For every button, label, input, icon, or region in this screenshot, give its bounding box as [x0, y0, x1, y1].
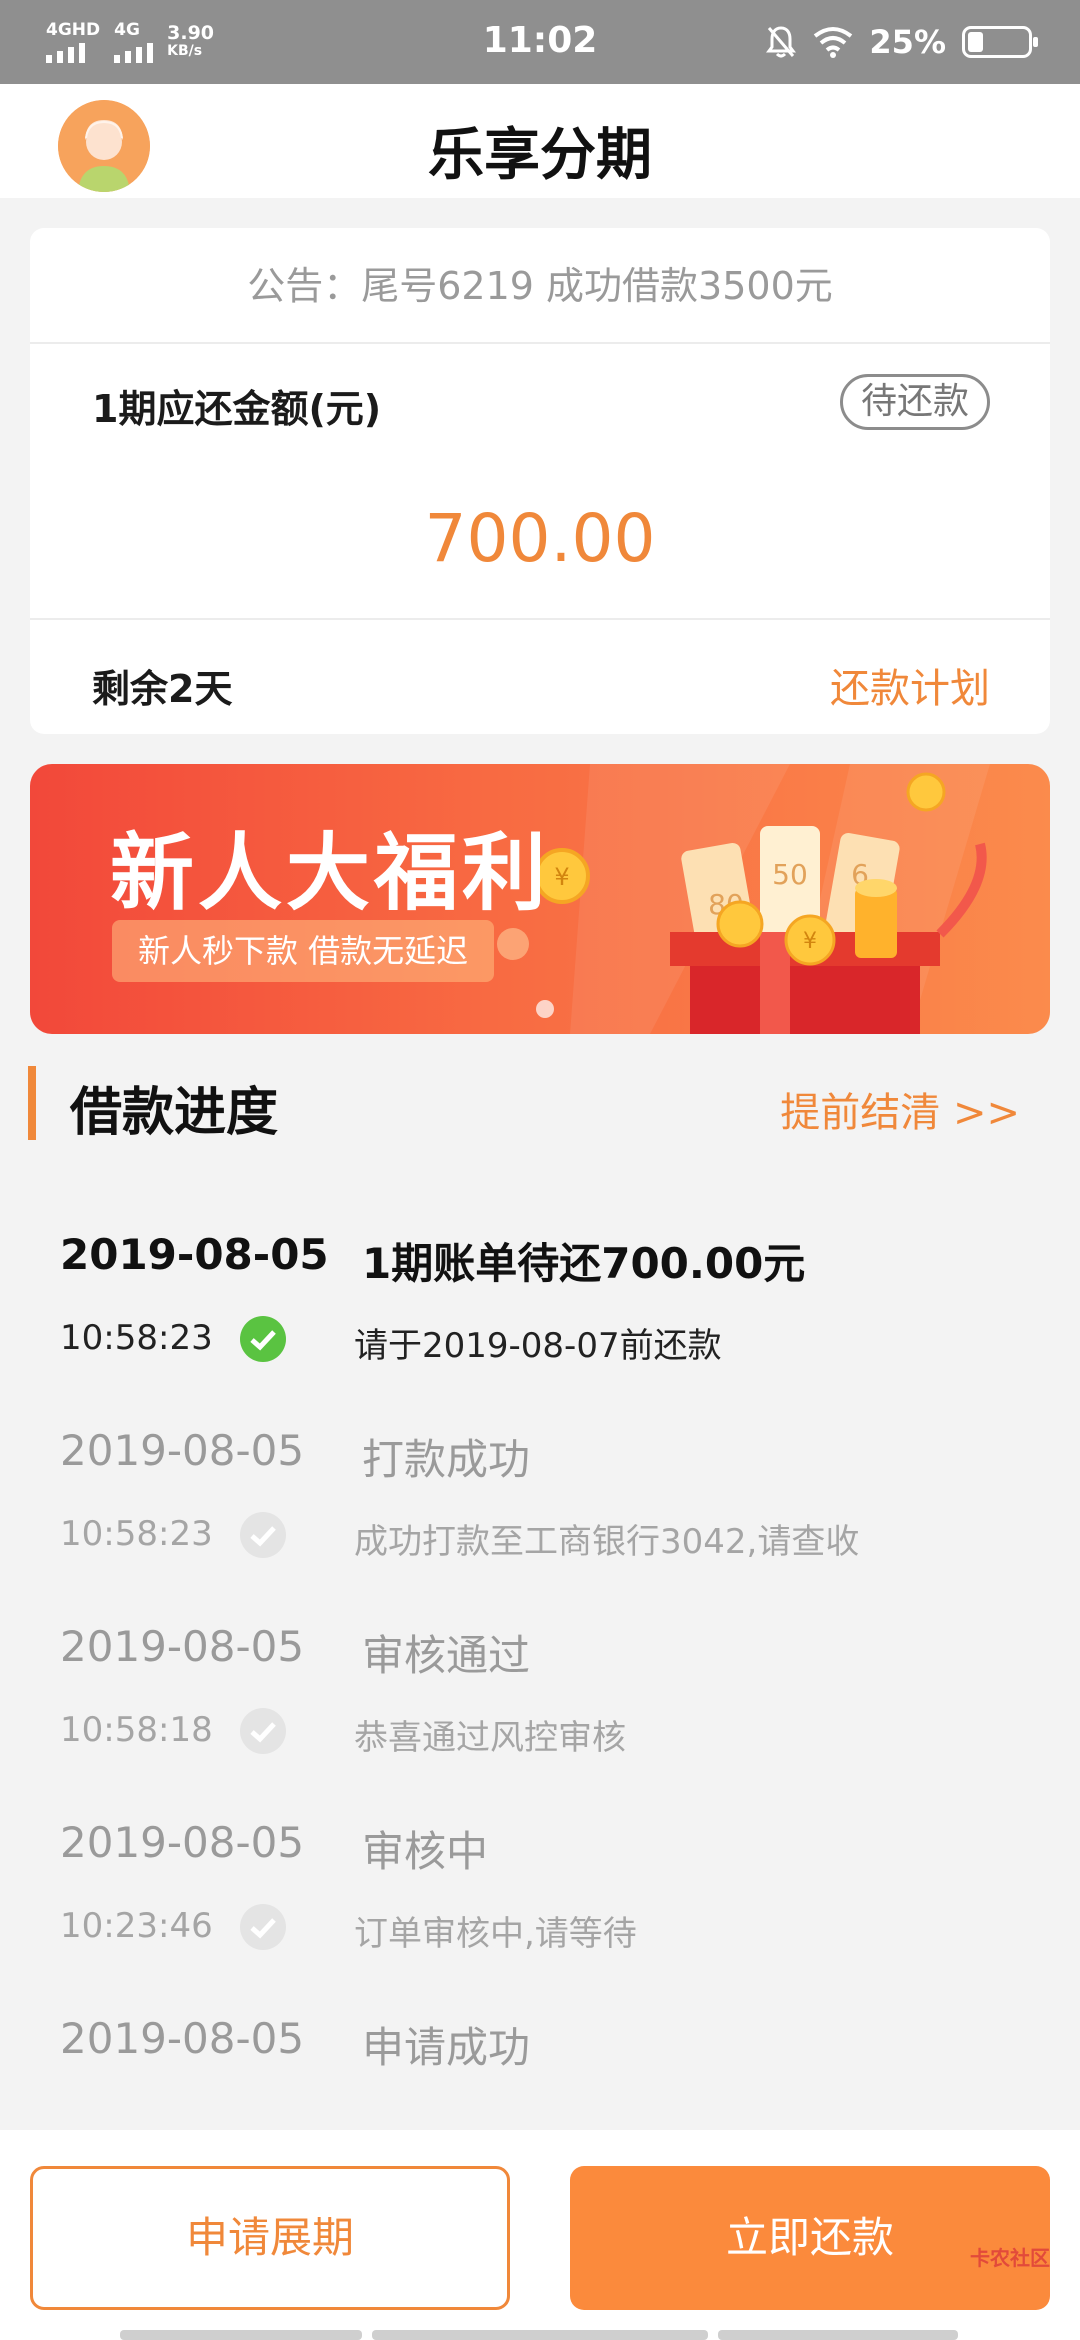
- section-accent-bar: [28, 1066, 36, 1140]
- timeline-date: 2019-08-05: [60, 1426, 305, 1475]
- check-circle-icon: [240, 1708, 286, 1754]
- timeline-time: 10:58:23: [60, 1514, 213, 1554]
- svg-text:50: 50: [772, 858, 808, 891]
- timeline-item: 2019-08-05 审核中 10:23:46 订单审核中,请等待: [0, 1808, 1080, 2004]
- timeline-time: 10:58:23: [60, 1318, 213, 1358]
- early-settlement-link[interactable]: 提前结清 >>: [780, 1080, 1020, 1138]
- due-amount-label: 1期应还金额(元): [92, 387, 382, 431]
- timeline-date: 2019-08-05: [60, 1818, 305, 1867]
- banner-subtitle: 新人秒下款 借款无延迟: [112, 920, 495, 982]
- due-amount: 700.00: [424, 500, 656, 577]
- timeline-status: 1期账单待还700.00元: [362, 1239, 806, 1288]
- promo-banner[interactable]: ¥ 80 50 6 ¥ 新人大福利 新人秒下款 借款无延迟: [30, 764, 1050, 1034]
- bottom-action-bar: 申请展期 立即还款 卡农社区: [0, 2130, 1080, 2340]
- check-circle-icon: [240, 1904, 286, 1950]
- nav-hint-bar: [718, 2330, 958, 2340]
- timeline-status: 申请成功: [362, 2023, 531, 2072]
- repay-now-button[interactable]: 立即还款: [570, 2166, 1050, 2310]
- watermark-logo: 卡农社区: [970, 2246, 1050, 2270]
- apply-extension-button[interactable]: 申请展期: [30, 2166, 510, 2310]
- status-bar: 4GHD 4G 3.90 KB/s 11:02 25%: [0, 0, 1080, 84]
- timeline-status: 审核通过: [362, 1631, 531, 1680]
- timeline-item: 2019-08-05 审核通过 10:58:18 恭喜通过风控审核: [0, 1612, 1080, 1808]
- battery-percent: 25%: [869, 23, 946, 61]
- timeline-time: 10:23:46: [60, 1906, 213, 1946]
- check-circle-icon: [240, 1512, 286, 1558]
- status-bar-right: 25%: [765, 22, 1038, 62]
- check-circle-icon: [240, 1316, 286, 1362]
- repayment-card: 公告：尾号6219 成功借款3500元 1期应还金额(元) 待还款 700.00…: [30, 228, 1050, 734]
- timeline-description: 订单审核中,请等待: [354, 1914, 637, 1954]
- page-title: 乐享分期: [428, 123, 652, 188]
- timeline-description: 恭喜通过风控审核: [354, 1718, 626, 1758]
- timeline-item: 2019-08-05 1期账单待还700.00元 10:58:23 请于2019…: [0, 1220, 1080, 1416]
- divider: [30, 618, 1050, 620]
- nav-hint-bar: [120, 2330, 362, 2340]
- app-header: 乐享分期: [0, 84, 1080, 198]
- wifi-icon: [814, 27, 853, 58]
- timeline-date: 2019-08-05: [60, 2014, 305, 2063]
- carousel-indicator: [536, 1000, 554, 1018]
- battery-level: [968, 32, 983, 52]
- days-remaining: 剩余2天: [92, 667, 233, 711]
- status-badge: 待还款: [839, 374, 990, 430]
- timeline-item: 2019-08-05 打款成功 10:58:23 成功打款至工商银行3042,请…: [0, 1416, 1080, 1612]
- repayment-plan-link[interactable]: 还款计划: [830, 656, 990, 714]
- timeline-date: 2019-08-05: [60, 1622, 305, 1671]
- timeline-description: 成功打款至工商银行3042,请查收: [354, 1522, 860, 1562]
- timeline-status: 审核中: [362, 1827, 489, 1876]
- section-title: 借款进度: [70, 1083, 279, 1143]
- svg-text:¥: ¥: [554, 863, 569, 891]
- banner-title: 新人大福利: [110, 824, 551, 922]
- timeline-status: 打款成功: [362, 1435, 531, 1484]
- announcement-text: 公告：尾号6219 成功借款3500元: [30, 228, 1050, 344]
- timeline-time: 10:58:18: [60, 1710, 213, 1750]
- timeline-date: 2019-08-05: [60, 1230, 329, 1279]
- bell-muted-icon: [766, 26, 797, 58]
- timeline-description: 请于2019-08-07前还款: [354, 1326, 722, 1366]
- battery-icon: [962, 26, 1038, 58]
- svg-text:¥: ¥: [803, 929, 817, 954]
- nav-hint-bar: [372, 2330, 708, 2340]
